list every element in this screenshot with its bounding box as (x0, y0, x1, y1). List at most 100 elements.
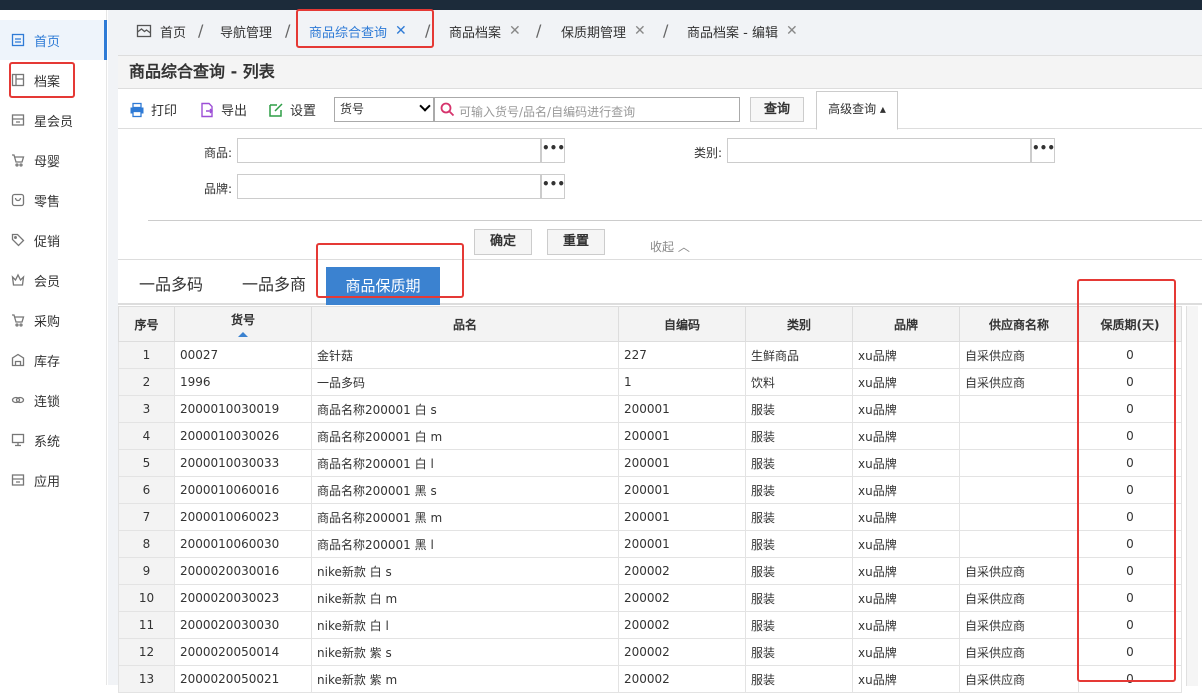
table-row[interactable]: 11 2000020030030 nike新款 白 l 200002 服装 xu品牌 自采供… (118, 611, 1182, 639)
table-row[interactable]: 6 2000010060016 商品名称200001 黑 s 200001 服装 xu品牌… (118, 476, 1182, 504)
sidebar-item-label: 档案 (34, 74, 61, 90)
table-cell: nike新款 紫 m (311, 665, 619, 693)
table-row[interactable]: 4 2000010030026 商品名称200001 白 m 200001 服装 xu品牌… (118, 422, 1182, 450)
sidebar-item-star-member[interactable]: 星会员 (0, 100, 107, 140)
sidebar-item-home[interactable]: 首页 (0, 20, 107, 60)
table-cell: 服装 (745, 557, 853, 585)
tab-product-edit[interactable]: 商品档案 - 编辑 ✕ (687, 10, 798, 52)
product-input[interactable] (237, 138, 541, 163)
col-header-code[interactable]: 自编码 (618, 306, 746, 342)
table-cell: 200001 (618, 422, 746, 450)
table-cell: xu品牌 (852, 395, 960, 423)
sidebar-item-member[interactable]: 会员 (0, 260, 107, 300)
reset-button[interactable]: 重置 (547, 229, 605, 255)
col-header-supplier[interactable]: 供应商名称 (959, 306, 1079, 342)
export-button[interactable]: 导出 (199, 100, 247, 119)
sidebar: 首页 档案 星会员 母婴 零售 促销 会员 采购 库存 连锁 系统 应用 (0, 10, 107, 685)
table-row[interactable]: 5 2000010030033 商品名称200001 白 l 200001 服装 xu品牌… (118, 449, 1182, 477)
sidebar-item-label: 首页 (34, 34, 61, 50)
sidebar-item-archive[interactable]: 档案 (0, 60, 107, 100)
content-panel: 商品综合查询 - 列表 打印 导出 设置 货号 可输入货号/品名/自编码进行查询 (118, 55, 1202, 693)
tab-shelf-life[interactable]: 保质期管理 ✕ (561, 10, 646, 52)
table-cell: 0 (1078, 665, 1182, 693)
settings-button[interactable]: 设置 (268, 100, 316, 119)
tab-nav-manage[interactable]: 导航管理 (220, 10, 272, 52)
table-cell: 自采供应商 (959, 557, 1079, 585)
table-row[interactable]: 1 00027 金针菇 227 生鲜商品 xu品牌 自采供应商 0 (118, 341, 1182, 369)
col-header-shelf-life[interactable]: 保质期(天) (1078, 306, 1182, 342)
print-button[interactable]: 打印 (129, 100, 177, 119)
col-header-name[interactable]: 品名 (311, 306, 619, 342)
category-input[interactable] (727, 138, 1031, 163)
close-icon[interactable]: ✕ (395, 23, 407, 39)
table-row[interactable]: 7 2000010060023 商品名称200001 黑 m 200001 服装 xu品牌… (118, 503, 1182, 531)
warehouse-icon (10, 352, 26, 368)
subtab-multi-supplier[interactable]: 一品多商 (242, 271, 306, 295)
tab-product-query[interactable]: 商品综合查询 ✕ (309, 10, 407, 52)
field-select[interactable]: 货号 (334, 97, 434, 122)
table-cell: nike新款 白 m (311, 584, 619, 612)
subtab-multi-code[interactable]: 一品多码 (139, 271, 203, 295)
sidebar-item-label: 采购 (34, 314, 61, 330)
sidebar-item-label: 应用 (34, 474, 61, 490)
brand-input[interactable] (237, 174, 541, 199)
subtab-shelf-life[interactable]: 商品保质期 (326, 267, 440, 305)
vertical-scrollbar[interactable] (1186, 306, 1198, 686)
table-cell: 服装 (745, 584, 853, 612)
table-cell: 商品名称200001 黑 m (311, 503, 619, 531)
sidebar-item-retail[interactable]: 零售 (0, 180, 107, 220)
table-cell: xu品牌 (852, 611, 960, 639)
sidebar-item-purchase[interactable]: 采购 (0, 300, 107, 340)
monitor-icon (10, 432, 26, 448)
table-cell: 2000010030033 (174, 449, 312, 477)
table-cell: 7 (118, 503, 175, 531)
table-cell: 服装 (745, 449, 853, 477)
tab-product-archive[interactable]: 商品档案 ✕ (449, 10, 521, 52)
collapse-link[interactable]: 收起 ︿ (650, 238, 690, 255)
table-cell (959, 449, 1079, 477)
sidebar-item-chain[interactable]: 连锁 (0, 380, 107, 420)
sidebar-item-inventory[interactable]: 库存 (0, 340, 107, 380)
table-row[interactable]: 13 2000020050021 nike新款 紫 m 200002 服装 xu品牌 自采供… (118, 665, 1182, 693)
table-cell: 自采供应商 (959, 341, 1079, 369)
brand-picker-button[interactable]: ••• (541, 174, 565, 199)
query-button[interactable]: 查询 (750, 97, 804, 122)
col-header-brand[interactable]: 品牌 (852, 306, 960, 342)
tab-separator: / (663, 21, 669, 40)
confirm-button[interactable]: 确定 (474, 229, 532, 255)
table-row[interactable]: 10 2000020030023 nike新款 白 m 200002 服装 xu品牌 自采供… (118, 584, 1182, 612)
table-row[interactable]: 3 2000010030019 商品名称200001 白 s 200001 服装 xu品牌… (118, 395, 1182, 423)
table-row[interactable]: 9 2000020030016 nike新款 白 s 200002 服装 xu品牌 自采供应… (118, 557, 1182, 585)
product-picker-button[interactable]: ••• (541, 138, 565, 163)
sidebar-item-label: 库存 (34, 354, 61, 370)
table-cell: 商品名称200001 黑 l (311, 530, 619, 558)
col-header-category[interactable]: 类别 (745, 306, 853, 342)
table-row[interactable]: 8 2000010060030 商品名称200001 黑 l 200001 服装 xu品牌… (118, 530, 1182, 558)
sidebar-item-label: 会员 (34, 274, 61, 290)
top-bar (0, 0, 1202, 10)
toolbar: 打印 导出 设置 货号 可输入货号/品名/自编码进行查询 查询 高级查询 ▴ (118, 89, 1202, 130)
table-cell: 1 (618, 368, 746, 396)
table-row[interactable]: 2 1996 一品多码 1 饮料 xu品牌 自采供应商 0 (118, 368, 1182, 396)
table-cell: xu品牌 (852, 584, 960, 612)
table-cell: 0 (1078, 341, 1182, 369)
sidebar-item-promotion[interactable]: 促销 (0, 220, 107, 260)
advanced-query-toggle[interactable]: 高级查询 ▴ (816, 91, 898, 130)
sidebar-item-apps[interactable]: 应用 (0, 460, 107, 500)
cart-icon (10, 152, 26, 168)
search-input[interactable]: 可输入货号/品名/自编码进行查询 (434, 97, 740, 122)
tab-home[interactable]: 首页 (136, 10, 186, 52)
table-cell: 200001 (618, 476, 746, 504)
cart-icon (10, 312, 26, 328)
sidebar-item-maternal[interactable]: 母婴 (0, 140, 107, 180)
sidebar-item-system[interactable]: 系统 (0, 420, 107, 460)
category-picker-button[interactable]: ••• (1031, 138, 1055, 163)
table-cell: nike新款 白 l (311, 611, 619, 639)
close-icon[interactable]: ✕ (786, 23, 798, 39)
table-cell: 服装 (745, 530, 853, 558)
col-header-sku[interactable]: 货号 (174, 306, 312, 342)
table-row[interactable]: 12 2000020050014 nike新款 紫 s 200002 服装 xu品牌 自采供… (118, 638, 1182, 666)
table-cell: 0 (1078, 476, 1182, 504)
close-icon[interactable]: ✕ (634, 23, 646, 39)
close-icon[interactable]: ✕ (509, 23, 521, 39)
